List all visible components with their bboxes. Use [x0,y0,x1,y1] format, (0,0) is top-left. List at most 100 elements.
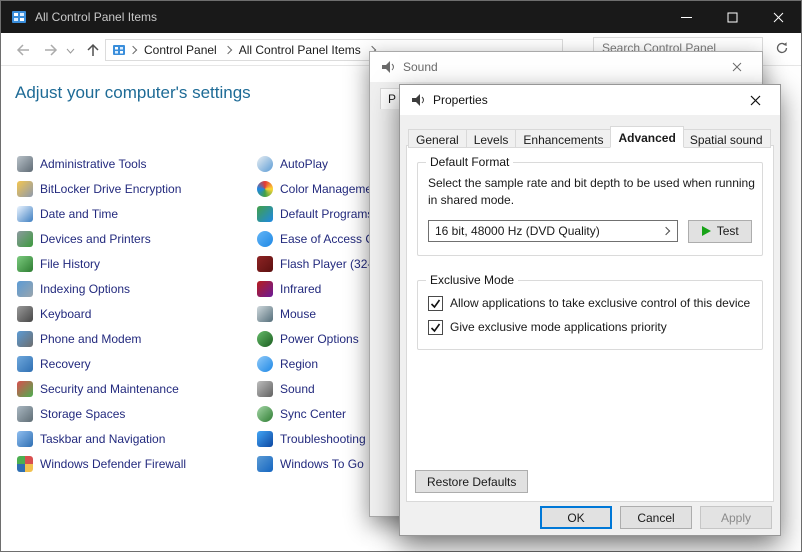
speaker-icon [410,92,426,108]
advanced-tab-page: Default Format Select the sample rate an… [406,145,774,502]
list-item[interactable]: Administrative Tools [17,151,186,176]
close-button[interactable] [722,52,752,82]
exclusive-mode-group: Exclusive Mode Allow applications to tak… [417,280,763,350]
window-title: All Control Panel Items [35,10,157,24]
list-item[interactable]: File History [17,251,186,276]
speaker-icon [380,59,396,75]
region-icon [257,356,273,372]
restore-defaults-button[interactable]: Restore Defaults [415,470,528,493]
power-options-icon [257,331,273,347]
tab-enhancements[interactable]: Enhancements [516,129,611,148]
troubleshooting-icon [257,431,273,447]
forward-icon [43,42,59,58]
taskbar-navigation-icon [17,431,33,447]
back-button[interactable] [11,39,35,61]
mouse-icon [257,306,273,322]
default-format-description: Select the sample rate and bit depth to … [428,175,763,209]
breadcrumb-control-panel[interactable]: Control Panel [138,43,223,57]
list-item[interactable]: Taskbar and Navigation [17,426,186,451]
recent-locations-button[interactable] [63,39,77,61]
administrative-tools-icon [17,156,33,172]
apply-button[interactable]: Apply [700,506,772,529]
priority-checkbox[interactable]: Give exclusive mode applications priorit… [428,320,752,335]
indexing-options-icon [17,281,33,297]
close-button[interactable] [755,1,801,33]
checkbox-checked-icon[interactable] [428,320,443,335]
list-item[interactable]: Indexing Options [17,276,186,301]
ease-of-access-icon [257,231,273,247]
tab-spatial-sound[interactable]: Spatial sound [683,129,771,148]
color-management-icon [257,181,273,197]
sync-center-icon [257,406,273,422]
default-format-group: Default Format Select the sample rate an… [417,162,763,256]
close-icon [750,95,761,106]
infrared-icon [257,281,273,297]
tab-levels[interactable]: Levels [467,129,517,148]
cancel-button[interactable]: Cancel [620,506,692,529]
default-programs-icon [257,206,273,222]
group-label: Exclusive Mode [426,273,518,287]
dialog-buttons: OK Cancel Apply [540,506,772,529]
checkbox-checked-icon[interactable] [428,296,443,311]
exclusive-control-checkbox[interactable]: Allow applications to take exclusive con… [428,296,752,311]
tab-general[interactable]: General [408,129,467,148]
list-item[interactable]: Security and Maintenance [17,376,186,401]
list-item[interactable]: Storage Spaces [17,401,186,426]
flash-player-icon [257,256,273,272]
tab-advanced[interactable]: Advanced [610,126,683,148]
dialog-title: Sound [403,60,438,74]
titlebar: All Control Panel Items [1,1,801,33]
sample-rate-dropdown[interactable]: 16 bit, 48000 Hz (DVD Quality) [428,220,678,242]
storage-spaces-icon [17,406,33,422]
list-item[interactable]: Keyboard [17,301,186,326]
list-item[interactable]: Devices and Printers [17,226,186,251]
sound-icon [257,381,273,397]
up-icon [85,42,101,58]
minimize-button[interactable] [663,1,709,33]
chevron-down-icon [662,227,670,235]
security-maintenance-icon [17,381,33,397]
dialog-title: Properties [433,93,488,107]
list-item[interactable]: Date and Time [17,201,186,226]
breadcrumb-separator-icon [129,46,137,54]
properties-dialog: Properties General Levels Enhancements A… [399,84,781,536]
maximize-button[interactable] [709,1,755,33]
refresh-button[interactable] [769,37,795,59]
close-icon [773,12,784,23]
breadcrumb-separator-icon [223,46,231,54]
recovery-icon [17,356,33,372]
control-panel-icon[interactable] [112,43,126,57]
control-panel-list-left: Administrative Tools BitLocker Drive Enc… [17,151,186,476]
bitlocker-icon [17,181,33,197]
windows-to-go-icon [257,456,273,472]
autoplay-icon [257,156,273,172]
close-button[interactable] [740,85,770,115]
keyboard-icon [17,306,33,322]
minimize-icon [681,12,692,23]
play-icon [702,226,711,236]
phone-modem-icon [17,331,33,347]
date-time-icon [17,206,33,222]
page-title: Adjust your computer's settings [15,83,251,103]
devices-printers-icon [17,231,33,247]
list-item[interactable]: Windows Defender Firewall [17,451,186,476]
refresh-icon [775,41,789,55]
close-icon [732,62,742,72]
test-button[interactable]: Test [688,220,752,243]
forward-button[interactable] [39,39,63,61]
up-button[interactable] [81,39,105,61]
tab-strip: General Levels Enhancements Advanced Spa… [408,126,771,148]
list-item[interactable]: Recovery [17,351,186,376]
defender-firewall-icon [17,456,33,472]
chevron-down-icon [66,46,75,55]
maximize-icon [727,12,738,23]
list-item[interactable]: Phone and Modem [17,326,186,351]
list-item[interactable]: BitLocker Drive Encryption [17,176,186,201]
group-label: Default Format [426,155,513,169]
control-panel-window: All Control Panel Items Control Panel [0,0,802,552]
dropdown-value: 16 bit, 48000 Hz (DVD Quality) [435,224,600,238]
ok-button[interactable]: OK [540,506,612,529]
control-panel-icon [11,9,27,25]
breadcrumb-all-items[interactable]: All Control Panel Items [233,43,367,57]
back-icon [15,42,31,58]
